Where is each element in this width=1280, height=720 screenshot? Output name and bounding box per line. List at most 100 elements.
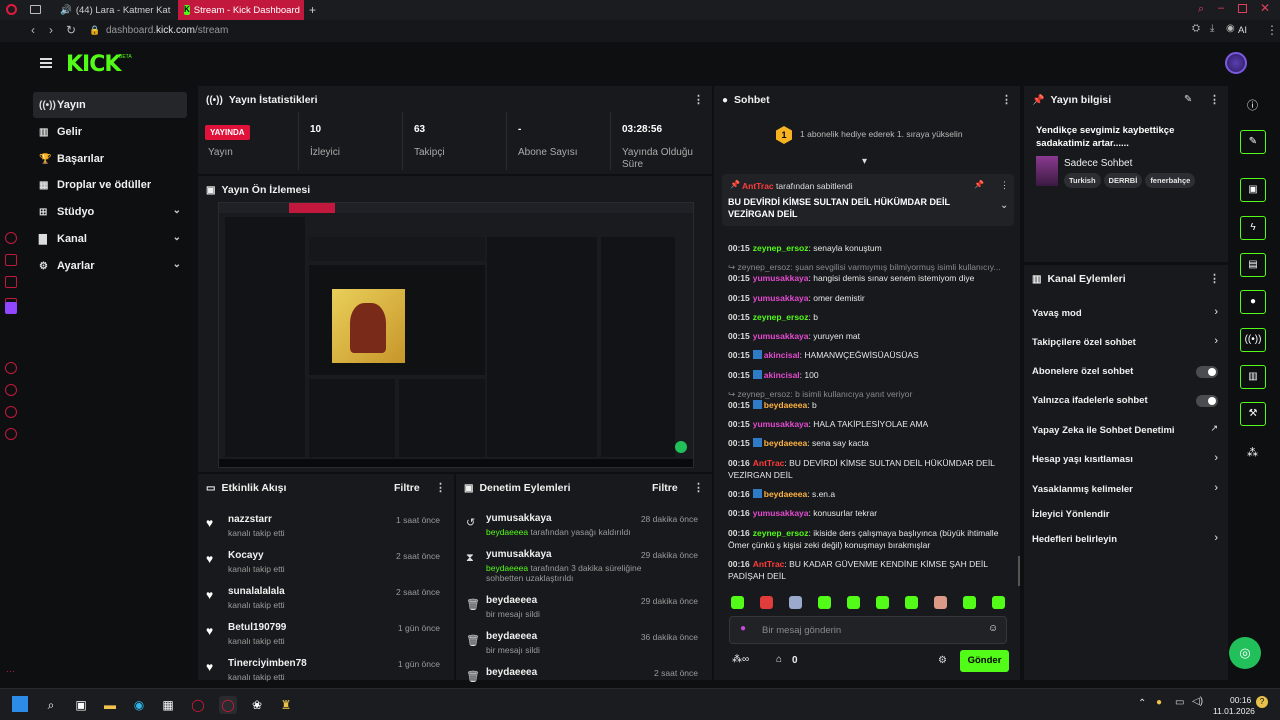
subscribers-only-toggle[interactable]	[1196, 366, 1218, 378]
edge-icon[interactable]: ◉	[130, 696, 148, 714]
opera-gx-icon[interactable]: ◯	[219, 696, 237, 714]
edit-icon[interactable]: ✎	[1184, 94, 1192, 105]
gift-sub-banner[interactable]: 1 1 abonelik hediye ederek 1. sıraya yük…	[714, 116, 1020, 154]
opera-logo-icon[interactable]	[6, 4, 17, 15]
modules-icon[interactable]: ⁂	[1247, 446, 1258, 459]
chevron-right-icon[interactable]: ›	[1214, 482, 1218, 494]
sidebar-app-icon[interactable]	[5, 406, 17, 418]
setting-goals[interactable]: Hedefleri belirleyin	[1032, 534, 1212, 545]
store-icon[interactable]: ▦	[159, 696, 177, 714]
more-options-icon[interactable]: ⋮	[1209, 93, 1220, 106]
avatar[interactable]	[1225, 52, 1247, 74]
back-icon[interactable]: ‹	[31, 23, 35, 37]
bot-icon[interactable]: ⁂∞	[732, 654, 749, 665]
info-icon[interactable]: ⓘ	[1247, 97, 1258, 113]
taskbar-date[interactable]: 11.01.2026	[1213, 706, 1255, 716]
chevron-right-icon[interactable]: ›	[1214, 532, 1218, 544]
reload-icon[interactable]: ↻	[66, 23, 76, 37]
workspaces-icon[interactable]	[30, 5, 41, 14]
menu-icon[interactable]: ⋮	[1266, 23, 1278, 37]
chat-icon[interactable]: ●	[1240, 290, 1266, 314]
external-link-icon[interactable]: ↗	[1210, 423, 1218, 434]
edit-icon[interactable]: ✎	[1240, 130, 1266, 154]
download-icon[interactable]: ⤓	[1210, 23, 1214, 34]
broadcast-icon[interactable]: ((•))	[1240, 328, 1266, 352]
nav-item-droplar[interactable]: ▦ Droplar ve ödüller	[33, 172, 187, 198]
close-window-button[interactable]: ✕	[1260, 1, 1270, 15]
emote-icon[interactable]	[818, 596, 831, 609]
setting-banned-words[interactable]: Yasaklanmış kelimeler	[1032, 484, 1212, 495]
emote-icon[interactable]	[905, 596, 918, 609]
nav-item-kanal[interactable]: ▇ Kanal ⌄	[33, 226, 187, 252]
network-icon[interactable]: ▭	[1175, 697, 1184, 708]
layout-icon[interactable]: ▥	[1240, 365, 1266, 389]
chat-settings-icon[interactable]: ⚙	[938, 655, 947, 666]
wrench-icon[interactable]: ⚒	[1240, 402, 1266, 426]
sidebar-app-icon[interactable]	[5, 276, 17, 288]
camera-icon[interactable]: ◉	[1226, 23, 1235, 34]
tray-chevron-icon[interactable]: ⌃	[1138, 698, 1146, 709]
emote-icon[interactable]	[847, 596, 860, 609]
tag[interactable]: fenerbahçe	[1145, 173, 1196, 188]
setting-slow-mode[interactable]: Yavaş mod	[1032, 308, 1212, 319]
tag[interactable]: Turkish	[1064, 173, 1101, 188]
preview-icon[interactable]: ▣	[1240, 178, 1266, 202]
nav-item-studyo[interactable]: ⊞ Stüdyo ⌄	[33, 199, 187, 225]
emote-icon[interactable]	[992, 596, 1005, 609]
chat-scrollbar[interactable]	[1018, 556, 1020, 586]
search-tabs-icon[interactable]: ⌕	[1198, 3, 1204, 16]
lightning-icon[interactable]: ϟ	[1240, 216, 1266, 240]
emote-icon[interactable]	[731, 596, 744, 609]
nav-item-basarilar[interactable]: 🏆 Başarılar	[33, 146, 187, 172]
filter-button[interactable]: Filtre	[394, 482, 420, 494]
twitch-icon[interactable]	[5, 302, 17, 314]
chevron-down-icon[interactable]: ⌄	[1000, 200, 1008, 211]
volume-icon[interactable]: ◁)	[1192, 696, 1203, 707]
chevron-right-icon[interactable]: ›	[1214, 335, 1218, 347]
chevron-right-icon[interactable]: ›	[1214, 306, 1218, 318]
chat-input[interactable]: ● Bir mesaj gönderin ☺	[729, 616, 1007, 644]
sidebar-app-icon[interactable]	[5, 362, 17, 374]
more-options-icon[interactable]: ⋮	[435, 481, 446, 494]
emoji-icon[interactable]: ☺	[988, 623, 998, 634]
sidebar-app-icon[interactable]	[5, 384, 17, 396]
tab-youtube[interactable]: 🔊 (44) Lara - Katmer Kat	[50, 0, 172, 20]
document-icon[interactable]: ▤	[1240, 253, 1266, 277]
setting-account-age[interactable]: Hesap yaşı kısıtlaması	[1032, 454, 1212, 465]
sidebar-app-icon[interactable]	[5, 254, 17, 266]
pinned-message[interactable]: 📌 AntTrac tarafından sabitlendi 📌 ⋮ BU D…	[722, 174, 1014, 226]
minimize-button[interactable]: –	[1218, 2, 1224, 14]
video-preview[interactable]	[218, 202, 694, 468]
mic-icon[interactable]: ●	[1156, 697, 1162, 708]
setting-followers-only[interactable]: Takipçilere özel sohbet	[1032, 337, 1212, 348]
more-options-icon[interactable]: ⋮	[1000, 180, 1009, 191]
more-options-icon[interactable]: ⋮	[693, 481, 704, 494]
maximize-button[interactable]	[1238, 4, 1247, 13]
nav-item-ayarlar[interactable]: ⚙ Ayarlar ⌄	[33, 253, 187, 279]
app-icon[interactable]: ❀	[248, 696, 266, 714]
more-icon[interactable]: ⋯	[6, 666, 15, 677]
pin-icon[interactable]: 📌	[974, 180, 984, 189]
settings-icon[interactable]	[5, 428, 17, 440]
chevron-right-icon[interactable]: ›	[1214, 452, 1218, 464]
forward-icon[interactable]: ›	[49, 23, 53, 37]
app-icon[interactable]: ♜	[277, 696, 295, 714]
microphone-icon[interactable]: ●	[740, 623, 746, 634]
setting-ai-moderation[interactable]: Yapay Zeka ile Sohbet Denetimi	[1032, 425, 1212, 436]
setting-host[interactable]: İzleyici Yönlendir	[1032, 509, 1212, 520]
nav-item-gelir[interactable]: ▥ Gelir	[33, 119, 187, 145]
filter-button[interactable]: Filtre	[652, 482, 678, 494]
emotes-only-toggle[interactable]	[1196, 395, 1218, 407]
search-icon[interactable]: ⌕	[42, 696, 60, 714]
task-view-icon[interactable]: ▣	[72, 696, 90, 714]
history-icon[interactable]	[5, 232, 17, 244]
url-field[interactable]: dashboard.kick.com/stream	[106, 25, 228, 36]
more-options-icon[interactable]: ⋮	[693, 93, 704, 106]
hamburger-menu-icon[interactable]	[40, 58, 52, 68]
emote-icon[interactable]	[760, 596, 773, 609]
kick-logo[interactable]: KICK	[66, 52, 121, 77]
emote-icon[interactable]	[934, 596, 947, 609]
emote-icon[interactable]	[876, 596, 889, 609]
emote-icon[interactable]	[789, 596, 802, 609]
opera-icon[interactable]: ◯	[189, 696, 207, 714]
